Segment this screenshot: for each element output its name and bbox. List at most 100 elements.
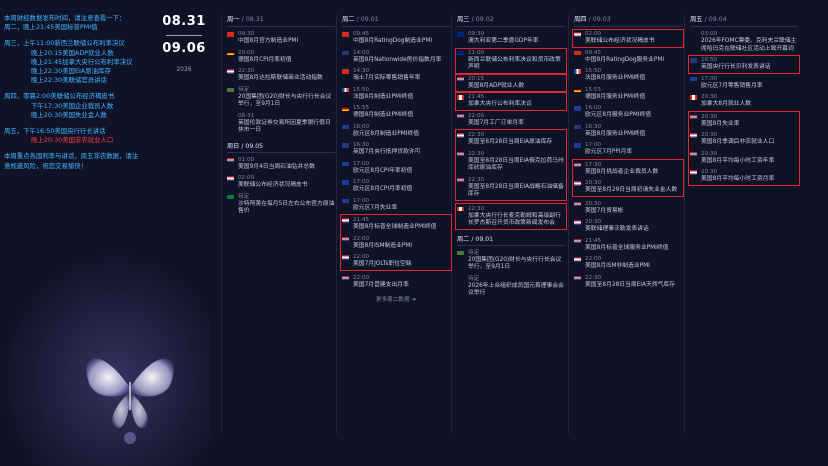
day-date: 09.02 — [475, 16, 494, 23]
us-flag-icon — [227, 69, 234, 74]
event-item[interactable]: 17:00 欧元区8月CPI月率初值 — [342, 179, 450, 194]
event-time-row: 17:30 — [574, 162, 682, 169]
us-flag-icon — [457, 151, 464, 157]
event-time-row: 08-31 — [227, 113, 335, 120]
fr-flag-icon — [574, 69, 581, 74]
event-item[interactable]: 08-31 英国伦敦证券交易所因夏季银行假日休市一日 — [227, 113, 335, 135]
us-flag-icon — [342, 236, 349, 242]
event-item[interactable]: 09:45 中国8月RatingDog服务业PMI — [574, 50, 682, 65]
event-item[interactable]: 03:00 2026年FOMC票委、克利夫兰联储主席哈玛克在联储社区活动上致开幕词 — [690, 31, 798, 53]
us-flag-icon — [457, 133, 464, 138]
event-time: 20:30 — [701, 113, 718, 120]
event-item[interactable]: 20:30 美国8月失业率 — [690, 114, 798, 129]
event-item[interactable]: 17:00 欧元区7月PPI月率 — [574, 142, 682, 157]
event-item[interactable]: 15:55 德国8月服务业PMI终值 — [574, 87, 682, 102]
year-label: 2026 — [176, 66, 192, 73]
event-time-row: 15:50 — [574, 68, 682, 75]
event-item[interactable]: 22:30 加拿大央行行长麦克勒姆和高级副行长罗杰斯召开货币政策新闻发布会 — [457, 206, 565, 228]
none-flag-icon — [457, 277, 464, 282]
event-item[interactable]: 22:30 美国至8月28日当周EIA天然气库存 — [574, 275, 682, 290]
event-time-row: 22:30 — [457, 206, 565, 213]
event-item[interactable]: 20:30 美联储理事沃勒发表讲话 — [574, 219, 682, 234]
calendar-column-wednesday: 周三 / 09.02 09:30 澳大利亚第二季度GDP年率 11:00 新西兰联储公布… — [455, 14, 567, 302]
event-item[interactable]: 待定 20国集团(G20)财长与央行行长会议举行，至9月1日 — [457, 250, 565, 272]
cn-flag-icon — [574, 50, 581, 56]
event-item[interactable]: 22:30 美国8月达拉斯联储商业活动指数 — [227, 68, 335, 83]
day-header: 周二 / 09.01 — [342, 14, 450, 27]
event-title: 加拿大8月就业人数 — [701, 101, 752, 107]
event-item[interactable]: 15:55 德国8月制造业PMI终值 — [342, 105, 450, 120]
more-link[interactable]: 更多周二数据 ➜ — [342, 295, 450, 303]
day-date: 09.01 — [475, 235, 494, 243]
day-header: 周五 / 09.04 — [690, 14, 798, 27]
event-time: 20:30 — [701, 94, 718, 100]
event-time-row: 09:30 — [457, 31, 565, 38]
event-item[interactable]: 21:45 美国8月标普全球制造业PMI终值 — [342, 217, 450, 232]
event-time: 16:50 — [701, 57, 718, 63]
event-item[interactable]: 待定 2026年上合组织成员国元首理事会会议举行 — [457, 276, 565, 298]
event-item[interactable]: 15:50 法国8月服务业PMI终值 — [574, 68, 682, 83]
event-item[interactable]: 09:30 澳大利亚第二季度GDP年率 — [457, 31, 565, 46]
event-title: 美联储公布经济状况褐皮书 — [585, 38, 655, 44]
event-item[interactable]: 14:00 英国8月Nationwide房价指数月率 — [342, 50, 450, 65]
event-item[interactable]: 20:30 美国7月贸易帐 — [574, 201, 682, 216]
event-time-row: 16:00 — [574, 105, 682, 112]
event-item[interactable]: 22:00 美国7月JOLTs职位空缺 — [342, 254, 450, 269]
event-item[interactable]: 21:45 美国8月标普全球服务业PMI终值 — [574, 238, 682, 253]
event-item[interactable]: 22:00 美国7月营建支出月率 — [342, 275, 450, 290]
event-item[interactable]: 22:00 美国8月ISM制造业PMI — [342, 236, 450, 251]
event-item[interactable]: 17:00 欧元区8月CPI年率初值 — [342, 161, 450, 176]
note-group: 周四，零晨2:00美联储公布经济褐皮书 下午17:30美国企业裁员人数 晚上20:3… — [4, 92, 164, 120]
event-time-row: 03:00 — [690, 31, 798, 38]
de-flag-icon — [227, 50, 234, 56]
event-item[interactable]: 待定 20国集团(G20)财长与央行行长会议举行，至9月1日 — [227, 87, 335, 109]
event-time: 22:30 — [468, 132, 485, 138]
event-item[interactable]: 16:50 英国央行行长贝利发表讲话 — [688, 55, 800, 74]
event-item[interactable]: 20:30 加拿大8月就业人数 — [690, 94, 798, 109]
event-item[interactable]: 09:30 中国8月官方制造业PMI — [227, 31, 335, 46]
none-flag-icon — [227, 114, 234, 119]
event-title: 美国至8月28日当周EIA战略石油储备库存 — [468, 183, 564, 198]
event-item[interactable]: 16:00 欧元区8月服务业PMI终值 — [574, 105, 682, 120]
event-item[interactable]: 16:30 英国7月央行抵押贷款许可 — [342, 142, 450, 157]
us-flag-icon — [574, 181, 581, 186]
event-item[interactable]: 02:00 美联储公布经济状况褐皮书 — [227, 175, 335, 190]
event-item[interactable]: 22:00 美国8月ISM非制造业PMI — [574, 256, 682, 271]
event-item[interactable]: 02:00 美联储公布经济状况褐皮书 — [572, 29, 684, 48]
event-title: 美国至8月28日当周EIA天然气库存 — [585, 281, 675, 288]
event-item[interactable]: 17:00 欧元区7月失业率 — [342, 198, 450, 213]
event-item[interactable]: 21:45 加拿大央行公布利率决议 — [455, 92, 567, 111]
event-item[interactable]: 22:00 美国7月工厂订单月率 — [457, 113, 565, 128]
event-item[interactable]: 15:50 法国8月制造业PMI终值 — [342, 87, 450, 102]
us-flag-icon — [574, 238, 581, 244]
event-time-row: 22:30 — [457, 132, 565, 139]
event-item[interactable]: 09:45 中国8月RatingDog制造业PMI — [342, 31, 450, 46]
event-item[interactable]: 待定 沙特阿美在每月5日左右公布官方原油售价 — [227, 194, 335, 216]
event-item[interactable]: 20:30 美国8月平均每小时工资年率 — [690, 151, 798, 166]
event-item[interactable]: 16:30 英国8月服务业PMI终值 — [574, 124, 682, 139]
event-item[interactable]: 20:30 美国8月季调后非农就业人口 — [690, 132, 798, 147]
event-item[interactable]: 14:30 瑞士7月实际零售销售年率 — [342, 68, 450, 83]
event-time: 02:00 — [238, 175, 255, 181]
event-item[interactable]: 22:30 美国至8月28日当周EIA原油库存 — [457, 132, 565, 147]
event-item[interactable]: 17:00 欧元区7月零售销售月率 — [690, 76, 798, 91]
event-time-row: 16:30 — [342, 142, 450, 149]
ca-flag-icon — [457, 206, 464, 212]
event-item[interactable]: 17:30 美国8月挑战者企业裁员人数 — [574, 162, 682, 177]
day-header: 周日 / 09.05 — [227, 141, 335, 153]
event-time-row: 16:30 — [574, 124, 682, 131]
event-item[interactable]: 20:30 美国8月平均每小时工资月率 — [690, 169, 798, 184]
event-title: 欧元区7月零售销售月率 — [701, 82, 763, 89]
gl-flag-icon — [457, 250, 464, 256]
event-item[interactable]: 22:30 美国至8月28日当周EIA战略石油储备库存 — [457, 177, 565, 199]
event-title: 2026年FOMC票委、克利夫兰联储主席哈玛克在联储社区活动上致开幕词 — [701, 38, 797, 52]
event-time: 16:00 — [353, 123, 370, 130]
event-item[interactable]: 20:00 德国8月CPI月率初值 — [227, 50, 335, 65]
event-item[interactable]: 20:15 美国8月ADP就业人数 — [455, 73, 567, 92]
event-item[interactable]: 22:30 美国至8月28日当周EIA俄克拉荷马州库欣原油库存 — [457, 151, 565, 173]
event-item[interactable]: 01:00 美国9月4日当周石油钻井总数 — [227, 157, 335, 172]
event-item[interactable]: 16:00 欧元区8月制造业PMI终值 — [342, 124, 450, 139]
event-item[interactable]: 11:00 新西兰联储公布利率决议和货币政策声明 — [455, 47, 567, 74]
event-item[interactable]: 20:30 美国至8月29日当周初请失业金人数 — [574, 180, 682, 195]
day-date: 09.01 — [360, 16, 379, 23]
